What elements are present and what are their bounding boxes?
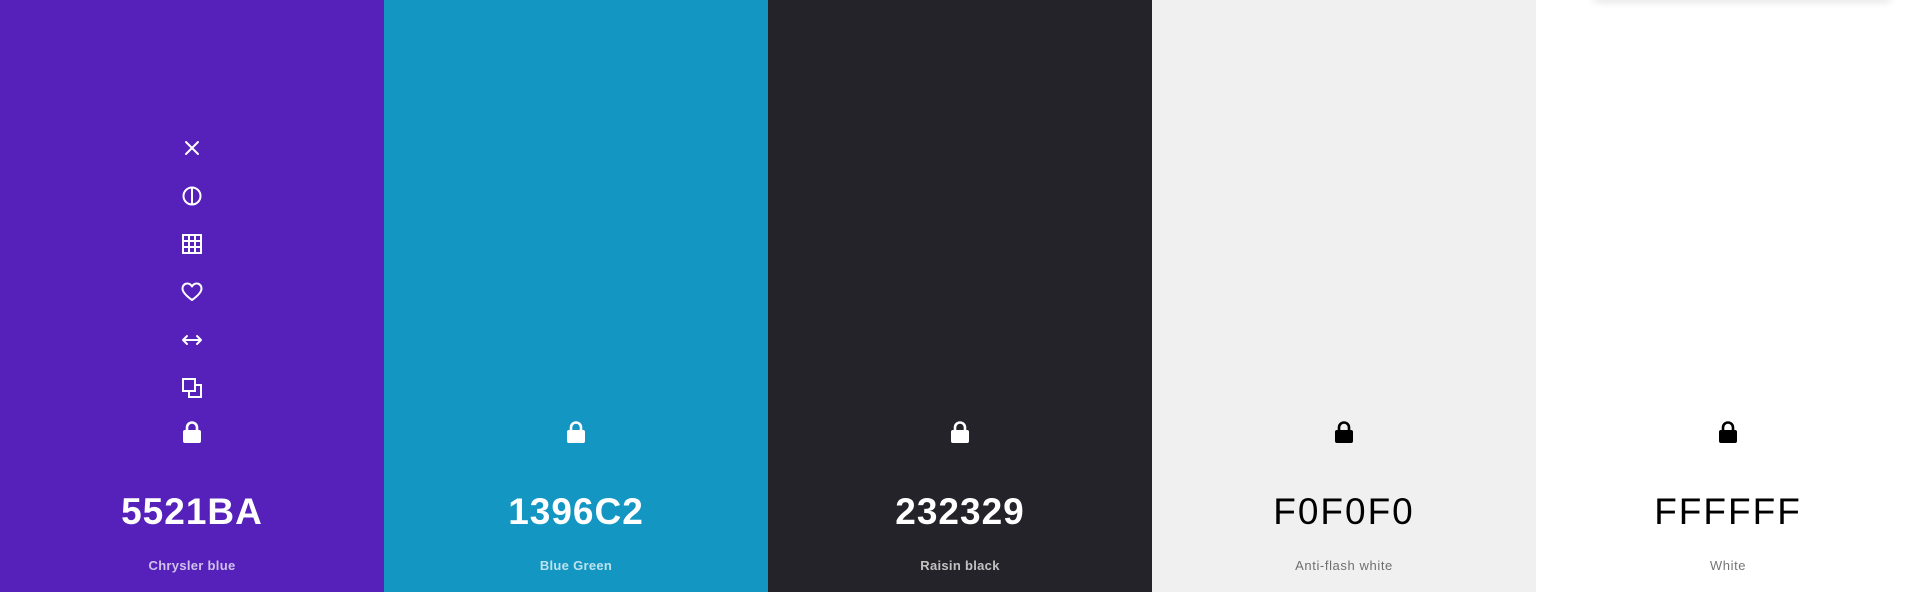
- hex-code[interactable]: FFFFFF: [1536, 490, 1920, 534]
- lock-color-button[interactable]: [1712, 416, 1744, 448]
- lock-icon: [183, 421, 201, 443]
- heart-icon: [181, 282, 203, 301]
- swatch-blue-green[interactable]: 1396C2 Blue Green: [384, 0, 768, 592]
- color-name[interactable]: Raisin black: [768, 558, 1152, 574]
- close-icon: [185, 141, 199, 155]
- color-palette: 5521BA Chrysler blue 1396C2 Blue Green 2…: [0, 0, 1920, 592]
- contrast-icon: [182, 186, 202, 206]
- lock-color-button[interactable]: [944, 416, 976, 448]
- remove-color-button[interactable]: [176, 132, 208, 164]
- lock-icon: [1335, 421, 1353, 443]
- drag-handle-button[interactable]: [176, 324, 208, 356]
- grid-view-button[interactable]: [176, 228, 208, 260]
- hex-code[interactable]: 1396C2: [384, 490, 768, 534]
- hex-code[interactable]: 232329: [768, 490, 1152, 534]
- lock-icon: [1719, 421, 1737, 443]
- lock-color-button[interactable]: [176, 416, 208, 448]
- save-color-button[interactable]: [176, 276, 208, 308]
- swatch-white[interactable]: FFFFFF White: [1536, 0, 1920, 592]
- lock-icon: [951, 421, 969, 443]
- color-name[interactable]: Chrysler blue: [0, 558, 384, 574]
- copy-hex-button[interactable]: [176, 372, 208, 404]
- lock-color-button[interactable]: [1328, 416, 1360, 448]
- lock-color-button[interactable]: [560, 416, 592, 448]
- swatch-anti-flash-white[interactable]: F0F0F0 Anti-flash white: [1152, 0, 1536, 592]
- swatch-raisin-black[interactable]: 232329 Raisin black: [768, 0, 1152, 592]
- grid-icon: [182, 234, 202, 254]
- hex-code[interactable]: F0F0F0: [1152, 490, 1536, 534]
- lock-icon: [567, 421, 585, 443]
- copy-icon: [182, 378, 202, 398]
- view-shades-button[interactable]: [176, 180, 208, 212]
- swatch-toolbar: [0, 132, 384, 420]
- color-name[interactable]: White: [1536, 558, 1920, 574]
- arrows-horizontal-icon: [182, 335, 202, 345]
- color-name[interactable]: Blue Green: [384, 558, 768, 574]
- hex-code[interactable]: 5521BA: [0, 490, 384, 534]
- swatch-chrysler-blue[interactable]: 5521BA Chrysler blue: [0, 0, 384, 592]
- color-name[interactable]: Anti-flash white: [1152, 558, 1536, 574]
